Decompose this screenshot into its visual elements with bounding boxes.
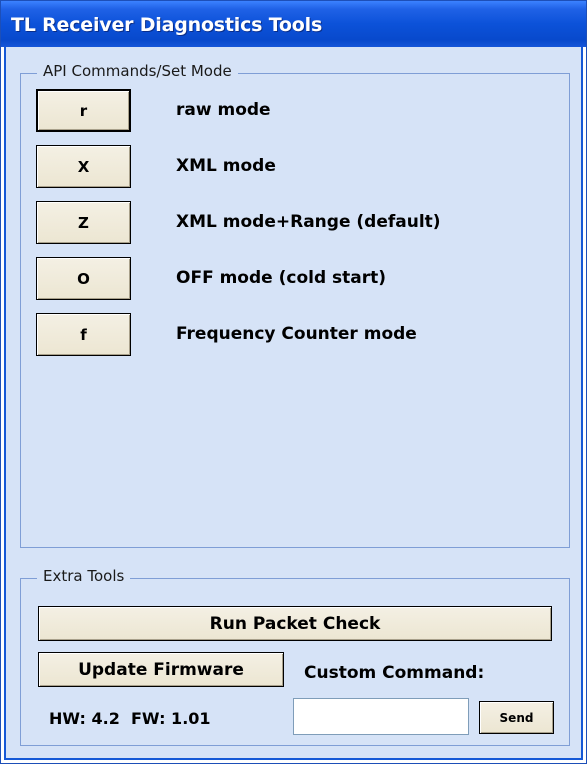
frequency-counter-mode-button[interactable]: f bbox=[36, 313, 131, 356]
xml-range-mode-label: XML mode+Range (default) bbox=[176, 212, 441, 232]
window-title: TL Receiver Diagnostics Tools bbox=[11, 14, 323, 36]
extra-tools-group: Extra Tools Run Packet Check Update Firm… bbox=[20, 567, 570, 746]
xml-mode-button[interactable]: X bbox=[36, 145, 131, 188]
raw-mode-button[interactable]: r bbox=[36, 89, 131, 132]
api-commands-group: API Commands/Set Mode r raw mode X XML m… bbox=[20, 62, 570, 548]
update-firmware-button[interactable]: Update Firmware bbox=[38, 652, 284, 687]
off-mode-button[interactable]: O bbox=[36, 257, 131, 300]
title-bar[interactable]: TL Receiver Diagnostics Tools bbox=[1, 1, 586, 47]
run-packet-check-button[interactable]: Run Packet Check bbox=[38, 606, 552, 641]
extra-tools-group-label: Extra Tools bbox=[37, 567, 131, 585]
app-window: TL Receiver Diagnostics Tools API Comman… bbox=[0, 0, 587, 764]
xml-range-mode-button[interactable]: Z bbox=[36, 201, 131, 244]
custom-command-label: Custom Command: bbox=[304, 663, 485, 683]
custom-command-input[interactable] bbox=[293, 698, 469, 735]
send-button[interactable]: Send bbox=[479, 701, 554, 734]
version-info: HW: 4.2 FW: 1.01 bbox=[49, 709, 211, 728]
off-mode-label: OFF mode (cold start) bbox=[176, 268, 387, 288]
window-client-area: API Commands/Set Mode r raw mode X XML m… bbox=[4, 47, 583, 760]
xml-mode-label: XML mode bbox=[176, 156, 276, 176]
raw-mode-label: raw mode bbox=[176, 100, 271, 120]
frequency-counter-mode-label: Frequency Counter mode bbox=[176, 324, 417, 344]
api-commands-group-label: API Commands/Set Mode bbox=[37, 62, 238, 80]
